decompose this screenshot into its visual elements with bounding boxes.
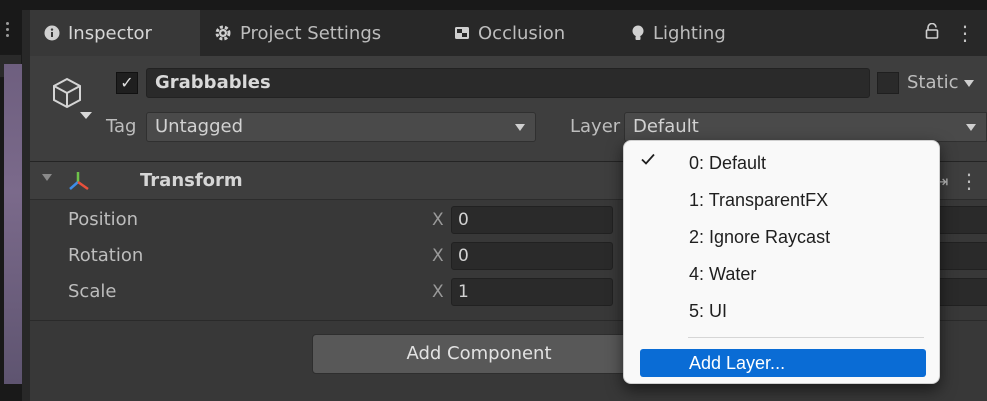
rotation-label[interactable]: Rotation — [68, 238, 143, 274]
layer-option-water[interactable]: 4: Water — [624, 256, 941, 292]
tag-label: Tag — [106, 116, 137, 137]
kebab-icon[interactable]: ⋮ — [955, 21, 975, 45]
lock-icon[interactable] — [925, 22, 939, 44]
layer-dropdown-menu: 0: Default 1: TransparentFX 2: Ignore Ra… — [623, 140, 940, 384]
chevron-down-icon — [515, 124, 525, 131]
rotation-z-field[interactable] — [935, 242, 987, 270]
tag-dropdown[interactable]: Untagged — [146, 112, 536, 142]
component-controls: ⇥ ⋮ — [935, 169, 979, 193]
icon-dropdown-caret-icon[interactable] — [80, 112, 92, 119]
layer-label: Layer — [570, 116, 621, 137]
layer-option-label: 0: Default — [689, 153, 767, 173]
axis-label-x[interactable]: X — [432, 238, 444, 274]
info-icon — [44, 25, 60, 41]
position-x-field[interactable]: 0 — [451, 206, 613, 234]
gameobject-name-field[interactable]: Grabbables — [146, 68, 870, 98]
chevron-down-icon — [966, 124, 976, 131]
active-checkbox[interactable]: ✓ — [116, 72, 138, 94]
layer-option-label: 5: UI — [689, 301, 728, 321]
occlusion-icon — [454, 26, 470, 40]
layer-option-label: 1: TransparentFX — [689, 190, 829, 210]
tab-project-settings[interactable]: Project Settings — [214, 10, 381, 56]
scene-view-edge — [0, 0, 22, 401]
static-label: Static — [907, 72, 959, 93]
tab-inspector[interactable]: Inspector — [30, 10, 200, 56]
position-z-field[interactable] — [935, 206, 987, 234]
axis-label-x[interactable]: X — [432, 202, 444, 238]
gameobject-cube-icon[interactable] — [50, 76, 84, 110]
tab-label: Project Settings — [240, 22, 382, 44]
layer-option-ui[interactable]: 5: UI — [624, 293, 941, 329]
pane-kebab-icon[interactable] — [6, 22, 9, 38]
tab-bar-controls: ⋮ — [925, 20, 975, 46]
layer-option-default[interactable]: 0: Default — [624, 145, 941, 181]
layer-option-label: 2: Ignore Raycast — [689, 227, 831, 247]
layer-value: Default — [633, 116, 699, 137]
gear-icon — [214, 24, 232, 42]
scale-x-field[interactable]: 1 — [451, 278, 613, 306]
window-top-edge — [22, 0, 987, 10]
scale-z-field[interactable] — [935, 278, 987, 306]
checkmark-icon — [640, 151, 656, 167]
tab-bar: Inspector Project Settings Occlusion Lig… — [30, 10, 987, 56]
add-layer-label: Add Layer... — [689, 353, 786, 373]
transform-title: Transform — [140, 170, 243, 191]
transform-gizmo-icon — [68, 170, 90, 192]
tag-value: Untagged — [155, 116, 244, 137]
scale-label[interactable]: Scale — [68, 274, 116, 310]
add-layer-option[interactable]: Add Layer... — [640, 349, 926, 377]
add-component-button[interactable]: Add Component — [312, 334, 646, 374]
menu-separator — [688, 337, 924, 338]
layer-option-transparentfx[interactable]: 1: TransparentFX — [624, 182, 941, 218]
lightbulb-icon — [631, 24, 645, 42]
rotation-x-field[interactable]: 0 — [451, 242, 613, 270]
kebab-icon[interactable]: ⋮ — [959, 169, 979, 193]
tab-label: Inspector — [68, 22, 152, 44]
tab-occlusion[interactable]: Occlusion — [454, 10, 565, 56]
position-label[interactable]: Position — [68, 202, 138, 238]
static-checkbox[interactable] — [877, 72, 899, 94]
static-dropdown[interactable]: Static — [907, 68, 975, 98]
tab-label: Lighting — [653, 22, 726, 44]
tab-lighting[interactable]: Lighting — [631, 10, 726, 56]
chevron-down-icon — [964, 79, 975, 87]
layer-option-label: 4: Water — [689, 264, 757, 284]
scene-preview — [4, 64, 22, 384]
axis-label-x[interactable]: X — [432, 274, 444, 310]
foldout-arrow-icon[interactable] — [42, 174, 52, 181]
layer-dropdown[interactable]: Default — [624, 112, 987, 142]
layer-option-ignore-raycast[interactable]: 2: Ignore Raycast — [624, 219, 941, 255]
tab-label: Occlusion — [478, 22, 566, 44]
